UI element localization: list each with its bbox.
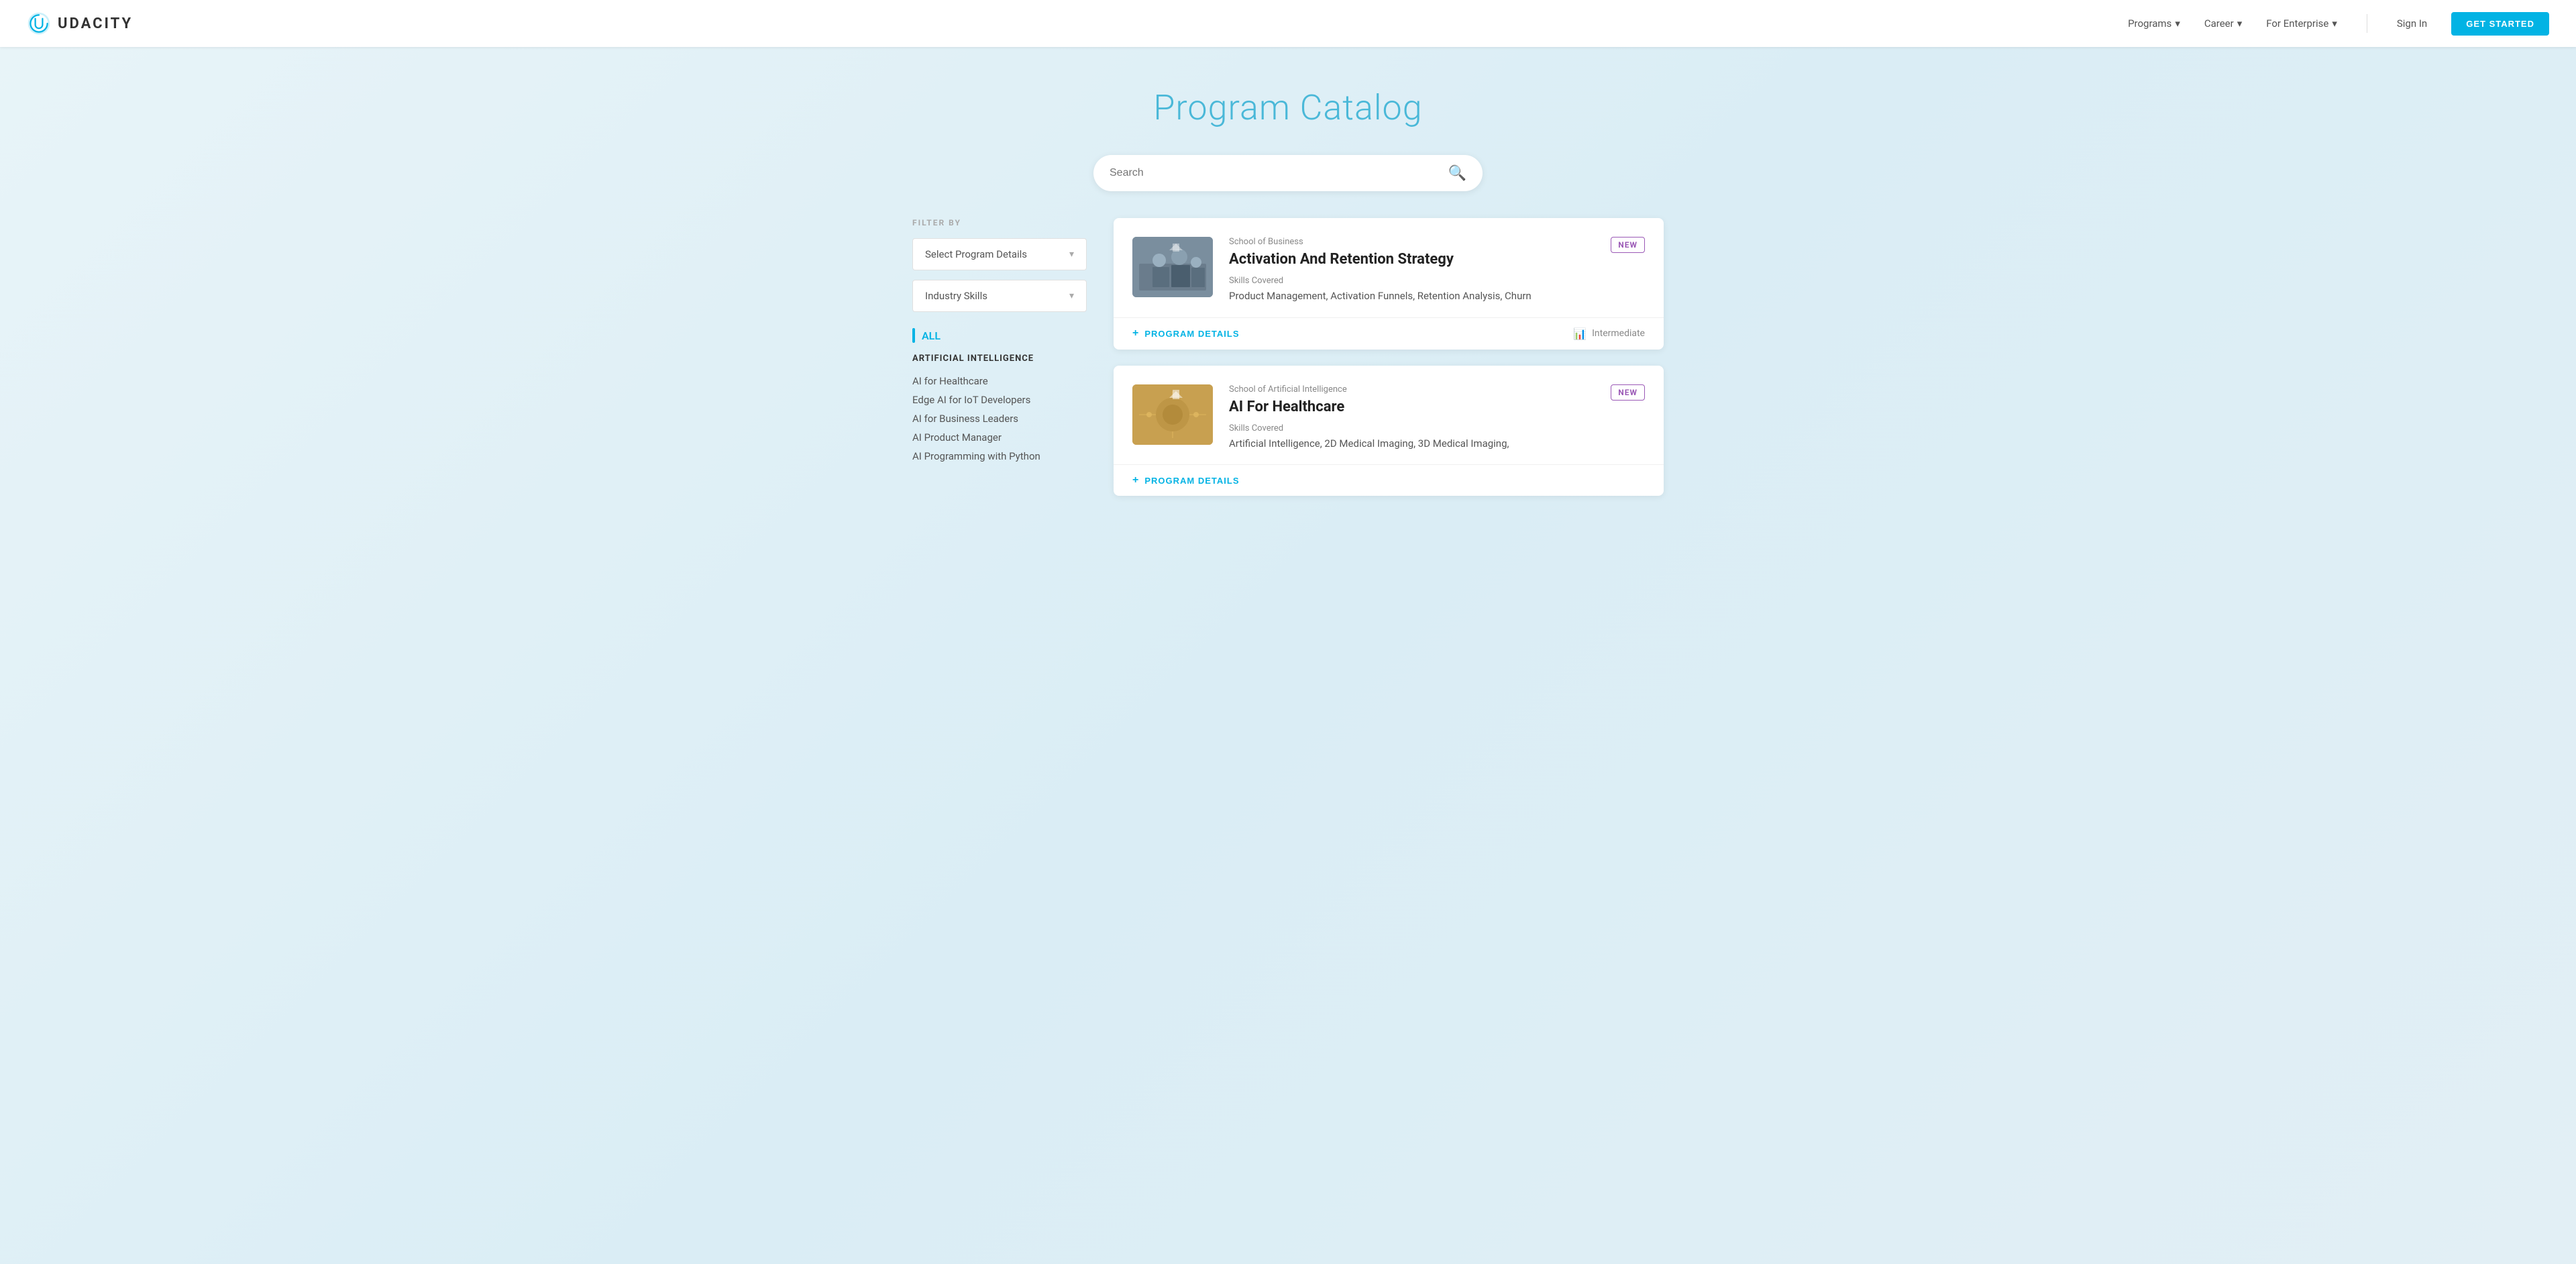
career-chevron-icon: ▾ <box>2237 17 2243 30</box>
nav-career[interactable]: Career ▾ <box>2204 17 2242 30</box>
cat-item-ai-product-manager[interactable]: AI Product Manager <box>912 428 1087 447</box>
udacity-logo-icon <box>27 11 51 36</box>
card1-program-details-button[interactable]: + PROGRAM DETAILS <box>1132 327 1240 339</box>
card1-content: School of Business Activation And Retent… <box>1229 237 1645 304</box>
card2-top: School of Artificial Intelligence AI For… <box>1114 366 1664 465</box>
card1-new-badge: NEW <box>1611 237 1645 253</box>
nav-programs[interactable]: Programs ▾ <box>2128 17 2180 30</box>
plus-icon-2: + <box>1132 474 1139 486</box>
search-button[interactable]: 🔍 <box>1448 164 1466 182</box>
card2-school: School of Artificial Intelligence <box>1229 384 1645 394</box>
cat-item-ai-python[interactable]: AI Programming with Python <box>912 447 1087 466</box>
cat-item-ai-business[interactable]: AI for Business Leaders <box>912 409 1087 428</box>
search-box: 🔍 <box>1093 155 1483 191</box>
programs-chevron-icon: ▾ <box>2175 17 2180 30</box>
card1-skills: Product Management, Activation Funnels, … <box>1229 288 1645 304</box>
all-filter[interactable]: ALL <box>912 328 1087 343</box>
program-card-1: School of Business Activation And Retent… <box>1114 218 1664 350</box>
category-ai: ARTIFICIAL INTELLIGENCE AI for Healthcar… <box>912 354 1087 466</box>
industry-skills-dropdown[interactable]: Industry Skills ▾ <box>912 280 1087 312</box>
sign-in-link[interactable]: Sign In <box>2397 17 2427 30</box>
nav-enterprise[interactable]: For Enterprise ▾ <box>2266 17 2337 30</box>
plus-icon: + <box>1132 327 1139 339</box>
card2-bottom: + PROGRAM DETAILS <box>1114 464 1664 496</box>
logo-text: UDACITY <box>58 15 133 32</box>
level-icon: 📊 <box>1573 327 1587 340</box>
card2-title: AI For Healthcare <box>1229 399 1645 415</box>
enterprise-chevron-icon: ▾ <box>2332 17 2337 30</box>
card1-title: Activation And Retention Strategy <box>1229 251 1645 268</box>
dropdown1-chevron-icon: ▾ <box>1069 249 1074 260</box>
card2-program-details-button[interactable]: + PROGRAM DETAILS <box>1132 474 1240 486</box>
get-started-button[interactable]: GET STARTED <box>2451 12 2549 36</box>
card1-bottom: + PROGRAM DETAILS 📊 Intermediate <box>1114 317 1664 350</box>
card1-skills-label: Skills Covered <box>1229 276 1645 286</box>
main-layout: FILTER BY Select Program Details ▾ Indus… <box>885 218 1690 552</box>
search-input[interactable] <box>1110 167 1448 179</box>
program-card-2: School of Artificial Intelligence AI For… <box>1114 366 1664 496</box>
card2-skills-label: Skills Covered <box>1229 423 1645 433</box>
sidebar: FILTER BY Select Program Details ▾ Indus… <box>912 218 1087 512</box>
cards-area: School of Business Activation And Retent… <box>1114 218 1664 512</box>
card1-thumbnail <box>1132 237 1213 297</box>
category-ai-title: ARTIFICIAL INTELLIGENCE <box>912 354 1087 364</box>
cat-item-ai-healthcare[interactable]: AI for Healthcare <box>912 372 1087 390</box>
card2-thumbnail <box>1132 384 1213 445</box>
cat-item-edge-ai[interactable]: Edge AI for IoT Developers <box>912 390 1087 409</box>
dropdown2-chevron-icon: ▾ <box>1069 291 1074 301</box>
page-title: Program Catalog <box>13 87 2563 128</box>
card1-top: School of Business Activation And Retent… <box>1114 218 1664 317</box>
program-details-dropdown[interactable]: Select Program Details ▾ <box>912 238 1087 270</box>
search-container: 🔍 <box>0 155 2576 218</box>
card2-new-badge: NEW <box>1611 384 1645 401</box>
card2-skills: Artificial Intelligence, 2D Medical Imag… <box>1229 436 1645 452</box>
hero-section: Program Catalog <box>0 47 2576 155</box>
card1-school: School of Business <box>1229 237 1645 247</box>
nav-links: Programs ▾ Career ▾ For Enterprise ▾ Sig… <box>2128 12 2549 36</box>
filter-label: FILTER BY <box>912 218 1087 227</box>
card2-content: School of Artificial Intelligence AI For… <box>1229 384 1645 452</box>
card2-thumb-svg <box>1132 384 1213 445</box>
navbar: UDACITY Programs ▾ Career ▾ For Enterpri… <box>0 0 2576 47</box>
search-icon: 🔍 <box>1448 164 1466 181</box>
card1-thumb-svg <box>1132 237 1213 297</box>
card1-level-badge: 📊 Intermediate <box>1573 327 1645 340</box>
logo-link[interactable]: UDACITY <box>27 11 133 36</box>
all-filter-bar <box>912 328 915 343</box>
